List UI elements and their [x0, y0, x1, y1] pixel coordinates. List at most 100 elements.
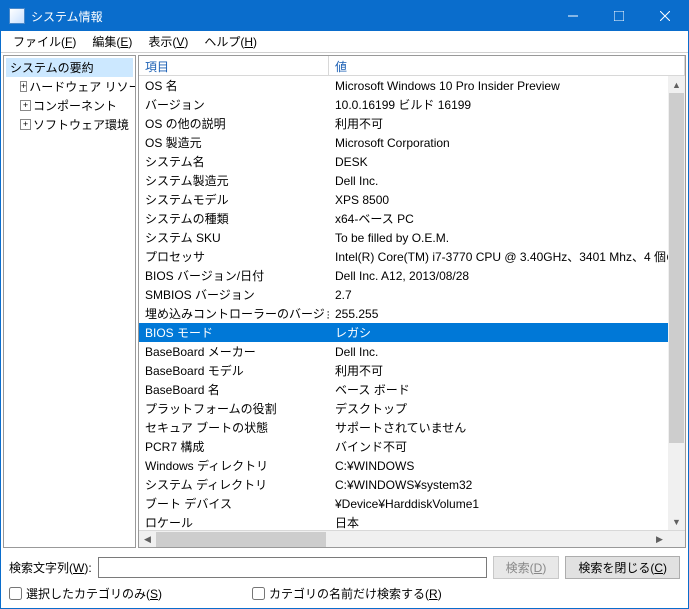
cell-item: BaseBoard メーカー	[139, 343, 329, 360]
cell-value: Dell Inc.	[329, 345, 685, 359]
tree-label: システムの要約	[10, 59, 94, 76]
app-icon	[9, 8, 25, 24]
cell-value: XPS 8500	[329, 193, 685, 207]
list-row[interactable]: BIOS モードレガシ	[139, 323, 685, 342]
cell-value: DESK	[329, 155, 685, 169]
details-list[interactable]: 項目 値 OS 名Microsoft Windows 10 Pro Inside…	[138, 55, 686, 548]
list-row[interactable]: SMBIOS バージョン2.7	[139, 285, 685, 304]
minimize-button[interactable]	[550, 1, 596, 31]
cell-value: 255.255	[329, 307, 685, 321]
tree-item-hardware[interactable]: + ハードウェア リソース	[6, 77, 133, 96]
list-row[interactable]: システム製造元Dell Inc.	[139, 171, 685, 190]
scroll-track[interactable]	[668, 93, 685, 513]
tree-item-software[interactable]: + ソフトウェア環境	[6, 115, 133, 134]
window-controls	[550, 1, 688, 31]
cell-item: バージョン	[139, 96, 329, 113]
cell-item: セキュア ブートの状態	[139, 419, 329, 436]
list-row[interactable]: システム SKUTo be filled by O.E.M.	[139, 228, 685, 247]
tree-item-components[interactable]: + コンポーネント	[6, 96, 133, 115]
scroll-left-icon[interactable]: ◀	[139, 531, 156, 548]
menu-view[interactable]: 表示(V)	[140, 31, 196, 52]
tree-label: ソフトウェア環境	[33, 116, 129, 133]
maximize-button[interactable]	[596, 1, 642, 31]
cell-item: システム名	[139, 153, 329, 170]
list-row[interactable]: OS 名Microsoft Windows 10 Pro Insider Pre…	[139, 76, 685, 95]
expand-icon[interactable]: +	[20, 119, 31, 130]
cell-item: BIOS モード	[139, 324, 329, 341]
cell-item: システムの種類	[139, 210, 329, 227]
list-row[interactable]: システム ディレクトリC:¥WINDOWS¥system32	[139, 475, 685, 494]
titlebar[interactable]: システム情報	[1, 1, 688, 31]
list-row[interactable]: バージョン10.0.16199 ビルド 16199	[139, 95, 685, 114]
cell-value: 2.7	[329, 288, 685, 302]
menu-edit[interactable]: 編集(E)	[84, 31, 140, 52]
cell-item: PCR7 構成	[139, 438, 329, 455]
content-area: システムの要約 + ハードウェア リソース + コンポーネント + ソフトウェア…	[1, 53, 688, 550]
menu-file[interactable]: ファイル(F)	[5, 31, 84, 52]
scroll-up-icon[interactable]: ▲	[668, 76, 685, 93]
cell-item: システム製造元	[139, 172, 329, 189]
close-search-button[interactable]: 検索を閉じる(C)	[565, 556, 680, 579]
selected-category-only-checkbox[interactable]: 選択したカテゴリのみ(S)	[9, 585, 162, 602]
list-row[interactable]: BaseBoard 名ベース ボード	[139, 380, 685, 399]
list-row[interactable]: BaseBoard メーカーDell Inc.	[139, 342, 685, 361]
cell-item: SMBIOS バージョン	[139, 286, 329, 303]
expand-icon[interactable]: +	[20, 100, 31, 111]
list-row[interactable]: プラットフォームの役割デスクトップ	[139, 399, 685, 418]
category-name-only-checkbox[interactable]: カテゴリの名前だけ検索する(R)	[252, 585, 442, 602]
minimize-icon	[568, 11, 578, 21]
cell-item: BIOS バージョン/日付	[139, 267, 329, 284]
column-item[interactable]: 項目	[139, 56, 329, 75]
horizontal-scroll-area: ◀ ▶	[139, 530, 685, 547]
list-row[interactable]: ブート デバイス¥Device¥HarddiskVolume1	[139, 494, 685, 513]
list-body[interactable]: OS 名Microsoft Windows 10 Pro Insider Pre…	[139, 76, 685, 530]
list-row[interactable]: 埋め込みコントローラーのバージョン255.255	[139, 304, 685, 323]
cell-item: プロセッサ	[139, 248, 329, 265]
cell-item: ロケール	[139, 514, 329, 530]
list-row[interactable]: ロケール日本	[139, 513, 685, 530]
list-row[interactable]: プロセッサIntel(R) Core(TM) i7-3770 CPU @ 3.4…	[139, 247, 685, 266]
expand-icon[interactable]: +	[20, 81, 27, 92]
list-row[interactable]: OS 製造元Microsoft Corporation	[139, 133, 685, 152]
category-tree[interactable]: システムの要約 + ハードウェア リソース + コンポーネント + ソフトウェア…	[3, 55, 136, 548]
cell-value: x64-ベース PC	[329, 210, 685, 227]
list-row[interactable]: PCR7 構成バインド不可	[139, 437, 685, 456]
column-value[interactable]: 値	[329, 56, 685, 75]
list-header: 項目 値	[139, 56, 685, 76]
list-row[interactable]: BaseBoard モデル利用不可	[139, 361, 685, 380]
list-row[interactable]: BIOS バージョン/日付Dell Inc. A12, 2013/08/28	[139, 266, 685, 285]
cell-value: 10.0.16199 ビルド 16199	[329, 96, 685, 113]
cell-value: 利用不可	[329, 115, 685, 132]
list-row[interactable]: システム名DESK	[139, 152, 685, 171]
cell-value: サポートされていません	[329, 419, 685, 436]
scroll-thumb[interactable]	[669, 93, 684, 443]
cell-value: バインド不可	[329, 438, 685, 455]
checkbox[interactable]	[9, 587, 22, 600]
vertical-scrollbar[interactable]: ▲ ▼	[668, 76, 685, 530]
list-row[interactable]: Windows ディレクトリC:¥WINDOWS	[139, 456, 685, 475]
cell-value: C:¥WINDOWS¥system32	[329, 478, 685, 492]
search-input[interactable]	[98, 557, 487, 578]
cell-value: デスクトップ	[329, 400, 685, 417]
cell-item: OS 名	[139, 77, 329, 94]
scroll-right-icon[interactable]: ▶	[651, 531, 668, 548]
list-row[interactable]: システムの種類x64-ベース PC	[139, 209, 685, 228]
checkbox[interactable]	[252, 587, 265, 600]
cell-item: BaseBoard 名	[139, 381, 329, 398]
scroll-down-icon[interactable]: ▼	[668, 513, 685, 530]
list-row[interactable]: セキュア ブートの状態サポートされていません	[139, 418, 685, 437]
cell-value: To be filled by O.E.M.	[329, 231, 685, 245]
close-button[interactable]	[642, 1, 688, 31]
cell-item: システムモデル	[139, 191, 329, 208]
find-button[interactable]: 検索(D)	[493, 556, 560, 579]
menu-help[interactable]: ヘルプ(H)	[196, 31, 265, 52]
tree-item-system-summary[interactable]: システムの要約	[6, 58, 133, 77]
list-row[interactable]: OS の他の説明利用不可	[139, 114, 685, 133]
list-row[interactable]: システムモデルXPS 8500	[139, 190, 685, 209]
cell-value: ¥Device¥HarddiskVolume1	[329, 497, 685, 511]
horizontal-scrollbar[interactable]: ◀ ▶	[139, 531, 668, 547]
tree-label: コンポーネント	[33, 97, 117, 114]
cell-item: OS の他の説明	[139, 115, 329, 132]
cell-value: Intel(R) Core(TM) i7-3770 CPU @ 3.40GHz、…	[329, 248, 685, 265]
scroll-thumb[interactable]	[156, 532, 326, 547]
